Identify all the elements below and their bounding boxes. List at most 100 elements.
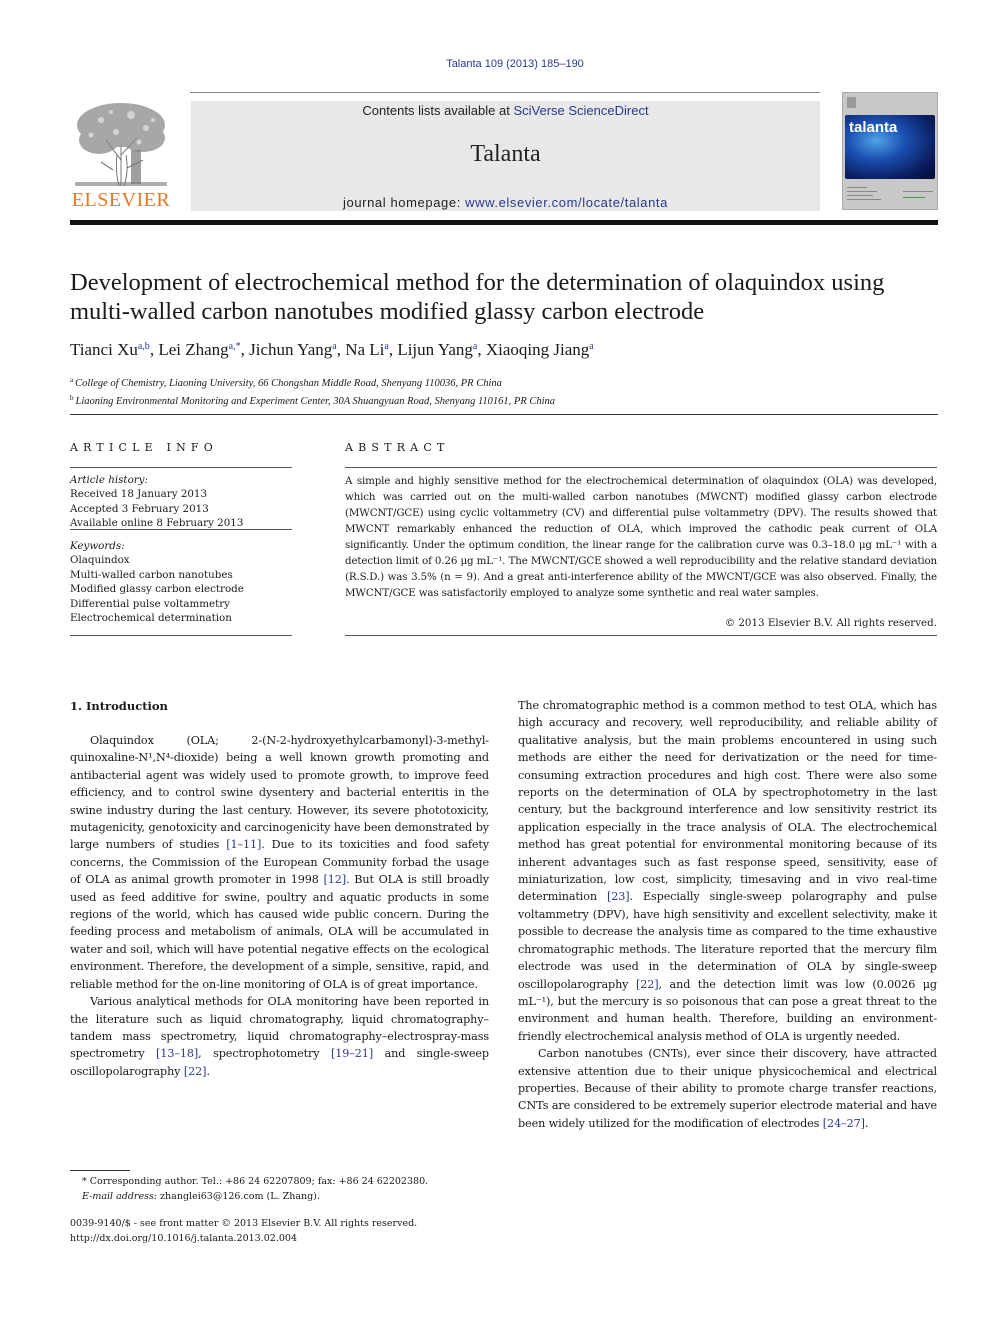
body-text: . bbox=[206, 1064, 210, 1078]
article-info-rule bbox=[70, 529, 292, 530]
body-paragraph: Olaquindox (OLA; 2-(N-2-hydroxyethylcarb… bbox=[70, 732, 489, 993]
author-name: Tianci Xu bbox=[70, 340, 138, 359]
cover-text-line bbox=[847, 195, 873, 196]
history-accepted: Accepted 3 February 2013 bbox=[70, 502, 209, 515]
title-block-rule bbox=[70, 414, 938, 415]
footnote-rule bbox=[70, 1170, 130, 1171]
issn-line: 0039-9140/$ - see front matter © 2013 El… bbox=[70, 1218, 418, 1229]
author-affiliation-mark[interactable]: a bbox=[332, 341, 336, 352]
cover-text-line bbox=[847, 187, 867, 188]
abstract-rule bbox=[345, 635, 937, 636]
affiliation-mark: b bbox=[70, 394, 74, 402]
author-affiliation-mark[interactable]: a bbox=[589, 341, 593, 352]
keyword: Olaquindox bbox=[70, 554, 130, 567]
cover-text-line bbox=[903, 191, 933, 192]
author[interactable]: Lijun Yanga bbox=[397, 340, 477, 359]
abstract-text: A simple and highly sensitive method for… bbox=[345, 475, 937, 599]
footnotes: * Corresponding author. Tel.: +86 24 622… bbox=[70, 1174, 490, 1204]
issn-block: 0039-9140/$ - see front matter © 2013 El… bbox=[70, 1216, 490, 1246]
author[interactable]: Xiaoqing Jianga bbox=[486, 340, 594, 359]
author-name: Na Li bbox=[345, 340, 385, 359]
journal-reference-link[interactable]: Talanta 109 (2013) 185–190 bbox=[0, 58, 992, 70]
journal-homepage-link[interactable]: www.elsevier.com/locate/talanta bbox=[465, 195, 668, 210]
citation-link[interactable]: [13–18] bbox=[156, 1047, 198, 1060]
author[interactable]: Na Lia bbox=[345, 340, 389, 359]
journal-name: Talanta bbox=[470, 141, 541, 167]
header-thick-rule bbox=[70, 220, 938, 225]
body-text: Carbon nanotubes (CNTs), ever since thei… bbox=[518, 1047, 937, 1130]
affiliation-list: a College of Chemistry, Liaoning Universi… bbox=[70, 373, 940, 409]
abstract-heading: ABSTRACT bbox=[345, 441, 450, 454]
header-top-rule bbox=[190, 92, 820, 93]
cover-text-line bbox=[847, 191, 877, 192]
keywords: Keywords: Olaquindox Multi-walled carbon… bbox=[70, 539, 292, 625]
author-name: Jichun Yang bbox=[249, 340, 333, 359]
keyword: Multi-walled carbon nanotubes bbox=[70, 568, 233, 581]
body-column-left: Olaquindox (OLA; 2-(N-2-hydroxyethylcarb… bbox=[70, 732, 489, 1080]
body-paragraph: Carbon nanotubes (CNTs), ever since thei… bbox=[518, 1045, 937, 1132]
affiliation-text: Liaoning Environmental Monitoring and Ex… bbox=[75, 396, 556, 407]
citation-link[interactable]: [22] bbox=[184, 1065, 207, 1078]
corresponding-author-note: * Corresponding author. Tel.: +86 24 622… bbox=[82, 1176, 429, 1187]
contents-prefix: Contents lists available at bbox=[362, 103, 514, 118]
body-paragraph: The chromatographic method is a common m… bbox=[518, 697, 937, 1045]
article-info-rule bbox=[70, 635, 292, 636]
email-label: E-mail address: bbox=[82, 1191, 158, 1202]
journal-cover-image[interactable]: talanta bbox=[842, 92, 938, 210]
cover-text-line bbox=[903, 197, 925, 198]
author-affiliation-mark[interactable]: a bbox=[473, 341, 477, 352]
article-title: Development of electrochemical method fo… bbox=[70, 269, 885, 325]
homepage-prefix: journal homepage: bbox=[343, 195, 466, 210]
keyword: Differential pulse voltammetry bbox=[70, 597, 230, 610]
author-affiliation-mark[interactable]: a,* bbox=[229, 341, 241, 352]
keyword: Modified glassy carbon electrode bbox=[70, 583, 244, 596]
citation-link[interactable]: [12] bbox=[324, 873, 347, 886]
contents-availability-line: Contents lists available at SciVerse Sci… bbox=[191, 103, 820, 118]
affiliation-text: College of Chemistry, Liaoning Universit… bbox=[75, 378, 502, 389]
citation-link[interactable]: [22] bbox=[636, 978, 659, 991]
affiliation: a College of Chemistry, Liaoning Universi… bbox=[70, 373, 940, 391]
keywords-label: Keywords: bbox=[70, 540, 125, 552]
article-info-rule bbox=[70, 467, 292, 468]
body-text: The chromatographic method is a common m… bbox=[518, 699, 937, 904]
body-paragraph: Various analytical methods for OLA monit… bbox=[70, 993, 489, 1080]
author[interactable]: Tianci Xua,b bbox=[70, 340, 150, 359]
publisher-logo[interactable]: ELSEVIER bbox=[68, 100, 174, 212]
body-column-right: The chromatographic method is a common m… bbox=[518, 697, 937, 1132]
citation-link[interactable]: [24–27] bbox=[823, 1117, 865, 1130]
body-text: Olaquindox (OLA; 2-(N-2-hydroxyethylcarb… bbox=[70, 734, 489, 852]
abstract-copyright: © 2013 Elsevier B.V. All rights reserved… bbox=[724, 617, 937, 629]
history-received: Received 18 January 2013 bbox=[70, 488, 208, 501]
body-text: . bbox=[864, 1116, 869, 1130]
keyword: Electrochemical determination bbox=[70, 612, 232, 625]
author-affiliation-mark[interactable]: a bbox=[384, 341, 388, 352]
affiliation: b Liaoning Environmental Monitoring and E… bbox=[70, 391, 940, 409]
author-name: Xiaoqing Jiang bbox=[485, 340, 590, 359]
article-history: Article history: Received 18 January 201… bbox=[70, 473, 292, 531]
journal-masthead: Contents lists available at SciVerse Sci… bbox=[191, 101, 820, 211]
cover-text-line bbox=[847, 199, 881, 200]
body-text: . Especially single-sweep polarography a… bbox=[518, 890, 937, 991]
body-text: . But OLA is still broadly used as feed … bbox=[70, 873, 489, 991]
affiliation-mark: a bbox=[70, 376, 74, 384]
citation-link[interactable]: [1–11] bbox=[226, 838, 261, 851]
email-address[interactable]: zhanglei63@126.com (L. Zhang). bbox=[157, 1191, 320, 1202]
author-name: Lijun Yang bbox=[397, 340, 473, 359]
sciencedirect-link[interactable]: SciVerse ScienceDirect bbox=[513, 103, 648, 118]
publisher-logo-text: ELSEVIER bbox=[71, 189, 171, 211]
author-affiliation-mark[interactable]: a,b bbox=[138, 341, 150, 352]
email-note: E-mail address: zhanglei63@126.com (L. Z… bbox=[70, 1189, 490, 1204]
citation-link[interactable]: [19–21] bbox=[331, 1047, 373, 1060]
citation-link[interactable]: [23] bbox=[607, 890, 630, 903]
body-text: , spectrophotometry bbox=[198, 1047, 331, 1061]
cover-title: talanta bbox=[849, 119, 898, 136]
author[interactable]: Lei Zhanga,* bbox=[158, 340, 240, 359]
doi-link[interactable]: http://dx.doi.org/10.1016/j.talanta.2013… bbox=[70, 1231, 490, 1246]
article-history-label: Article history: bbox=[70, 474, 148, 486]
elsevier-tree-icon bbox=[75, 103, 167, 187]
author[interactable]: Jichun Yanga bbox=[249, 340, 337, 359]
abstract-rule bbox=[345, 467, 937, 468]
author-name: Lei Zhang bbox=[158, 340, 229, 359]
journal-homepage-line: journal homepage: www.elsevier.com/locat… bbox=[191, 195, 820, 210]
author-list: Tianci Xua,b, Lei Zhanga,*, Jichun Yanga… bbox=[70, 340, 594, 359]
